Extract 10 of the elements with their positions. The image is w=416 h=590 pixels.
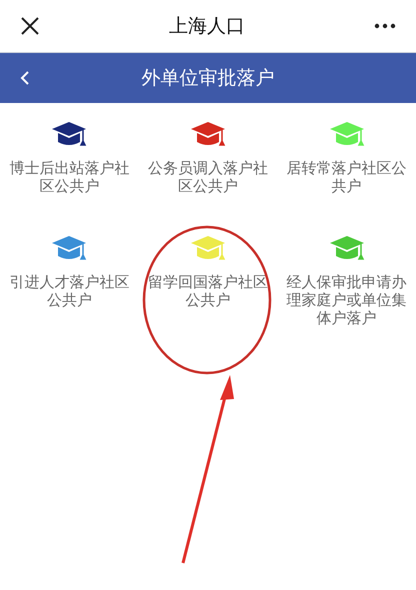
category-label[interactable]: 博士后出站落户社区公共户 <box>7 159 132 195</box>
more-icon[interactable] <box>374 23 396 29</box>
category-label[interactable]: 居转常落户社区公共户 <box>284 159 409 195</box>
back-icon[interactable] <box>20 70 30 86</box>
category-label[interactable]: 公务员调入落户社区公共户 <box>146 159 270 195</box>
category-label[interactable]: 引进人才落户社区公共户 <box>7 273 132 309</box>
app-title: 上海人口 <box>169 14 245 39</box>
page-title: 外单位审批落户 <box>140 66 276 91</box>
close-icon[interactable] <box>20 16 40 36</box>
category-label[interactable]: 经人保审批申请办理家庭户或单位集体户落户 <box>284 273 409 327</box>
